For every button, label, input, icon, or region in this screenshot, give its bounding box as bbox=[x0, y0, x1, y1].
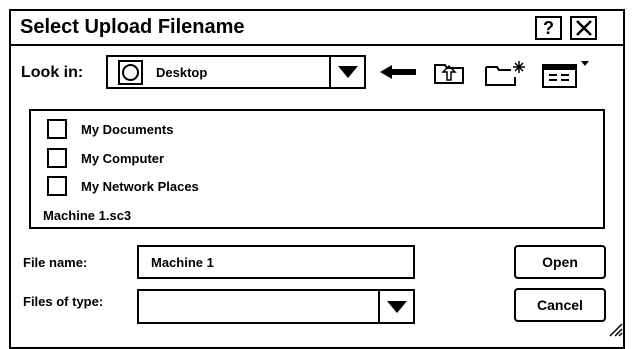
dialog-title: Select Upload Filename bbox=[20, 16, 245, 38]
close-button[interactable] bbox=[570, 16, 597, 40]
file-name-field[interactable]: Machine 1 bbox=[137, 245, 415, 279]
view-menu-icon[interactable] bbox=[541, 57, 593, 89]
file-type-dropdown[interactable] bbox=[137, 289, 415, 324]
desktop-icon bbox=[118, 60, 143, 85]
computer-icon bbox=[47, 148, 67, 168]
chevron-down-icon bbox=[337, 66, 358, 78]
list-item[interactable]: My Documents bbox=[47, 119, 173, 139]
look-in-label: Look in: bbox=[21, 64, 84, 81]
up-folder-icon[interactable] bbox=[433, 59, 465, 85]
network-icon bbox=[47, 176, 67, 196]
list-item[interactable]: Machine 1.sc3 bbox=[43, 208, 131, 223]
list-item-label: My Network Places bbox=[81, 178, 199, 194]
close-icon bbox=[575, 20, 592, 36]
list-item[interactable]: My Computer bbox=[47, 148, 164, 168]
file-list[interactable]: My Documents My Computer My Network Plac… bbox=[29, 109, 605, 229]
help-button[interactable]: ? bbox=[535, 16, 562, 40]
cancel-button[interactable]: Cancel bbox=[514, 288, 606, 322]
title-bar: Select Upload Filename ? bbox=[11, 11, 623, 46]
look-in-value: Desktop bbox=[156, 65, 208, 80]
look-in-dropdown[interactable]: Desktop bbox=[106, 55, 366, 89]
list-item-label: My Documents bbox=[81, 121, 174, 137]
resize-grip-icon[interactable] bbox=[607, 321, 623, 337]
file-type-dropdown-arrow[interactable] bbox=[378, 291, 413, 322]
list-item-label: My Computer bbox=[81, 150, 165, 166]
upload-dialog: Select Upload Filename ? Look in: Deskto… bbox=[9, 9, 625, 349]
back-arrow-icon[interactable] bbox=[378, 63, 418, 81]
look-in-dropdown-arrow[interactable] bbox=[329, 57, 364, 87]
file-name-label: File name: bbox=[23, 255, 88, 270]
list-item[interactable]: My Network Places bbox=[47, 176, 199, 196]
folder-icon bbox=[47, 119, 67, 139]
new-folder-icon[interactable] bbox=[483, 57, 527, 87]
open-button[interactable]: Open bbox=[514, 245, 606, 279]
list-item-label: Machine 1.sc3 bbox=[43, 208, 132, 223]
chevron-down-icon bbox=[386, 300, 407, 313]
file-type-label: Files of type: bbox=[23, 294, 104, 309]
